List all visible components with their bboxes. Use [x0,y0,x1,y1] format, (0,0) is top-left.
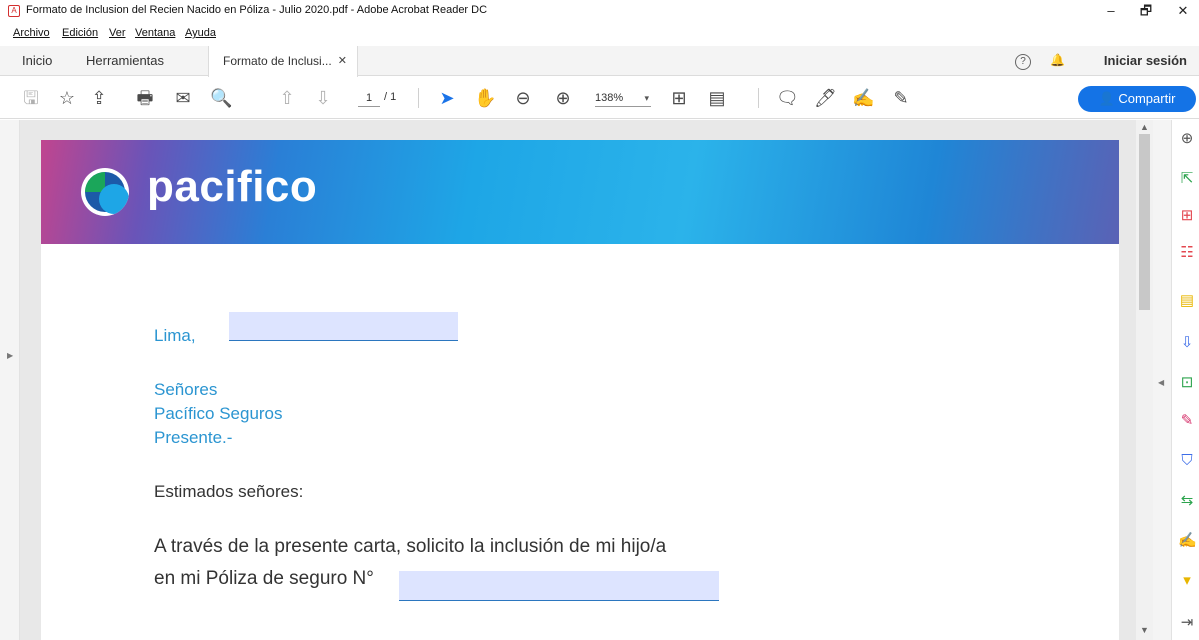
highlight-icon[interactable]: 🖊 [814,87,837,109]
comment-icon[interactable]: 🗨 [776,87,799,109]
tab-bar: Inicio Herramientas Formato de Inclusi..… [0,46,1199,77]
zoom-dropdown[interactable]: 138% ▾ [595,89,651,107]
scroll-down-icon[interactable]: ▼ [1140,625,1149,635]
read-mode-icon[interactable]: ▤ [706,87,728,109]
protect-icon[interactable]: ⛉ [1178,452,1196,470]
expand-left-panel-icon[interactable]: ▶ [7,351,13,360]
document-viewport: pacifico Lima, Señores Pacífico Seguros … [20,120,1136,640]
print-icon[interactable]: 🖶 [134,87,156,109]
hand-tool-icon[interactable]: ✋ [474,87,496,109]
scroll-thumb[interactable] [1139,134,1150,310]
prev-page-icon[interactable]: ⇧ [276,87,298,109]
pacifico-logo-icon [81,168,129,216]
help-icon[interactable]: ? [1015,54,1031,70]
signature-icon[interactable]: ✍ [1178,532,1197,550]
collapse-pane-icon[interactable]: ⇥ [1178,614,1196,632]
share-button[interactable]: 👤 Compartir [1078,86,1196,112]
page-total: / 1 [384,91,397,103]
toolbar-separator [418,88,419,108]
organize-pages-icon[interactable]: ☷ [1178,244,1196,262]
menu-ventana[interactable]: Ventana [135,27,175,39]
tab-document[interactable]: Formato de Inclusi... ✕ [208,46,358,77]
policy-number-field[interactable] [399,571,719,601]
share-label: Compartir [1118,91,1176,106]
send-for-comments-icon[interactable]: ⇆ [1178,492,1196,510]
left-panel-strip: ▶ [0,120,20,640]
fit-page-icon[interactable]: ⊞ [668,87,690,109]
greeting-line-3: Presente.- [154,428,233,447]
fill-sign-icon[interactable]: ✎ [890,87,912,109]
window-title: Formato de Inclusion del Recien Nacido e… [26,4,488,16]
brand-name: pacifico [147,162,318,211]
city-label: Lima, [154,326,196,345]
export-pdf-icon[interactable]: ⇱ [1178,170,1196,188]
search-icon[interactable]: 🔍 [210,87,232,109]
zoom-value: 138% [595,92,624,104]
menu-bar: Archivo Edición Ver Ventana Ayuda [0,22,1199,42]
pdf-icon: A [8,5,20,17]
bell-icon[interactable]: 🔔 [1050,53,1065,67]
toolbar: 🖫 ☆ ⇪ 🖶 ✉ 🔍 ⇧ ⇩ 1 / 1 ➤ ✋ ⊖ ⊕ 138% ▾ ⊞ ▤… [0,77,1199,119]
greeting-line-2: Pacífico Seguros [154,404,283,423]
pdf-page: pacifico Lima, Señores Pacífico Seguros … [41,140,1119,640]
pacifico-banner: pacifico [41,140,1119,244]
body-line-2: en mi Póliza de seguro N° [154,568,374,589]
scan-icon[interactable]: ⇩ [1178,334,1196,352]
next-page-icon[interactable]: ⇩ [312,87,334,109]
tab-herramientas[interactable]: Herramientas [86,46,164,76]
menu-edicion[interactable]: Edición [62,27,98,39]
sign-icon[interactable]: ✍ [852,87,874,109]
add-user-icon: 👤 [1098,91,1119,106]
zoom-out-icon[interactable]: ⊖ [512,87,534,109]
page-number-input[interactable]: 1 [358,89,380,107]
menu-ver[interactable]: Ver [109,27,126,39]
vertical-scrollbar[interactable]: ▲ ▼ [1136,120,1153,640]
tools-pane: ⊕ ⇱ ⊞ ☷ ▤ ⇩ ⊡ ✎ ⛉ ⇆ ✍ ▾ ⇥ [1171,120,1199,640]
menu-archivo[interactable]: Archivo [13,27,50,39]
upload-icon[interactable]: ⇪ [88,87,110,109]
bookmark-icon[interactable]: ☆ [56,87,78,109]
tab-document-label: Formato de Inclusi... [223,54,332,68]
compare-icon[interactable]: ⊡ [1178,374,1196,392]
zoom-tool-icon[interactable]: ⊕ [1178,130,1196,148]
close-window-button[interactable]: ✕ [1173,3,1193,19]
salutation: Estimados señores: [154,482,304,501]
title-bar: A Formato de Inclusion del Recien Nacido… [0,0,1199,22]
date-field[interactable] [229,312,458,341]
close-tab-icon[interactable]: ✕ [338,46,347,76]
toolbar-separator [758,88,759,108]
chevron-down-icon: ▾ [644,93,649,103]
tab-inicio[interactable]: Inicio [22,46,52,76]
menu-ayuda[interactable]: Ayuda [185,27,216,39]
fill-sign-icon[interactable]: ✎ [1178,412,1196,430]
acrobat-window: A Formato de Inclusion del Recien Nacido… [0,0,1199,640]
right-panel-strip: ◀ [1153,120,1171,640]
minimize-button[interactable]: – [1101,3,1121,19]
create-pdf-icon[interactable]: ⊞ [1178,207,1196,225]
greeting-line-1: Señores [154,380,218,399]
body-line-1: A través de la presente carta, solicito … [154,536,667,557]
zoom-in-icon[interactable]: ⊕ [552,87,574,109]
maximize-button[interactable]: 🗗 [1136,3,1156,19]
comment-icon[interactable]: ▤ [1178,292,1196,310]
email-icon[interactable]: ✉ [172,87,194,109]
save-icon[interactable]: 🖫 [20,87,42,109]
collapse-right-pane-icon[interactable]: ◀ [1158,378,1164,387]
sign-in-link[interactable]: Iniciar sesión [1104,53,1187,68]
select-tool-icon[interactable]: ➤ [436,87,458,109]
more-tools-icon[interactable]: ▾ [1178,572,1196,590]
scroll-up-icon[interactable]: ▲ [1140,122,1149,132]
